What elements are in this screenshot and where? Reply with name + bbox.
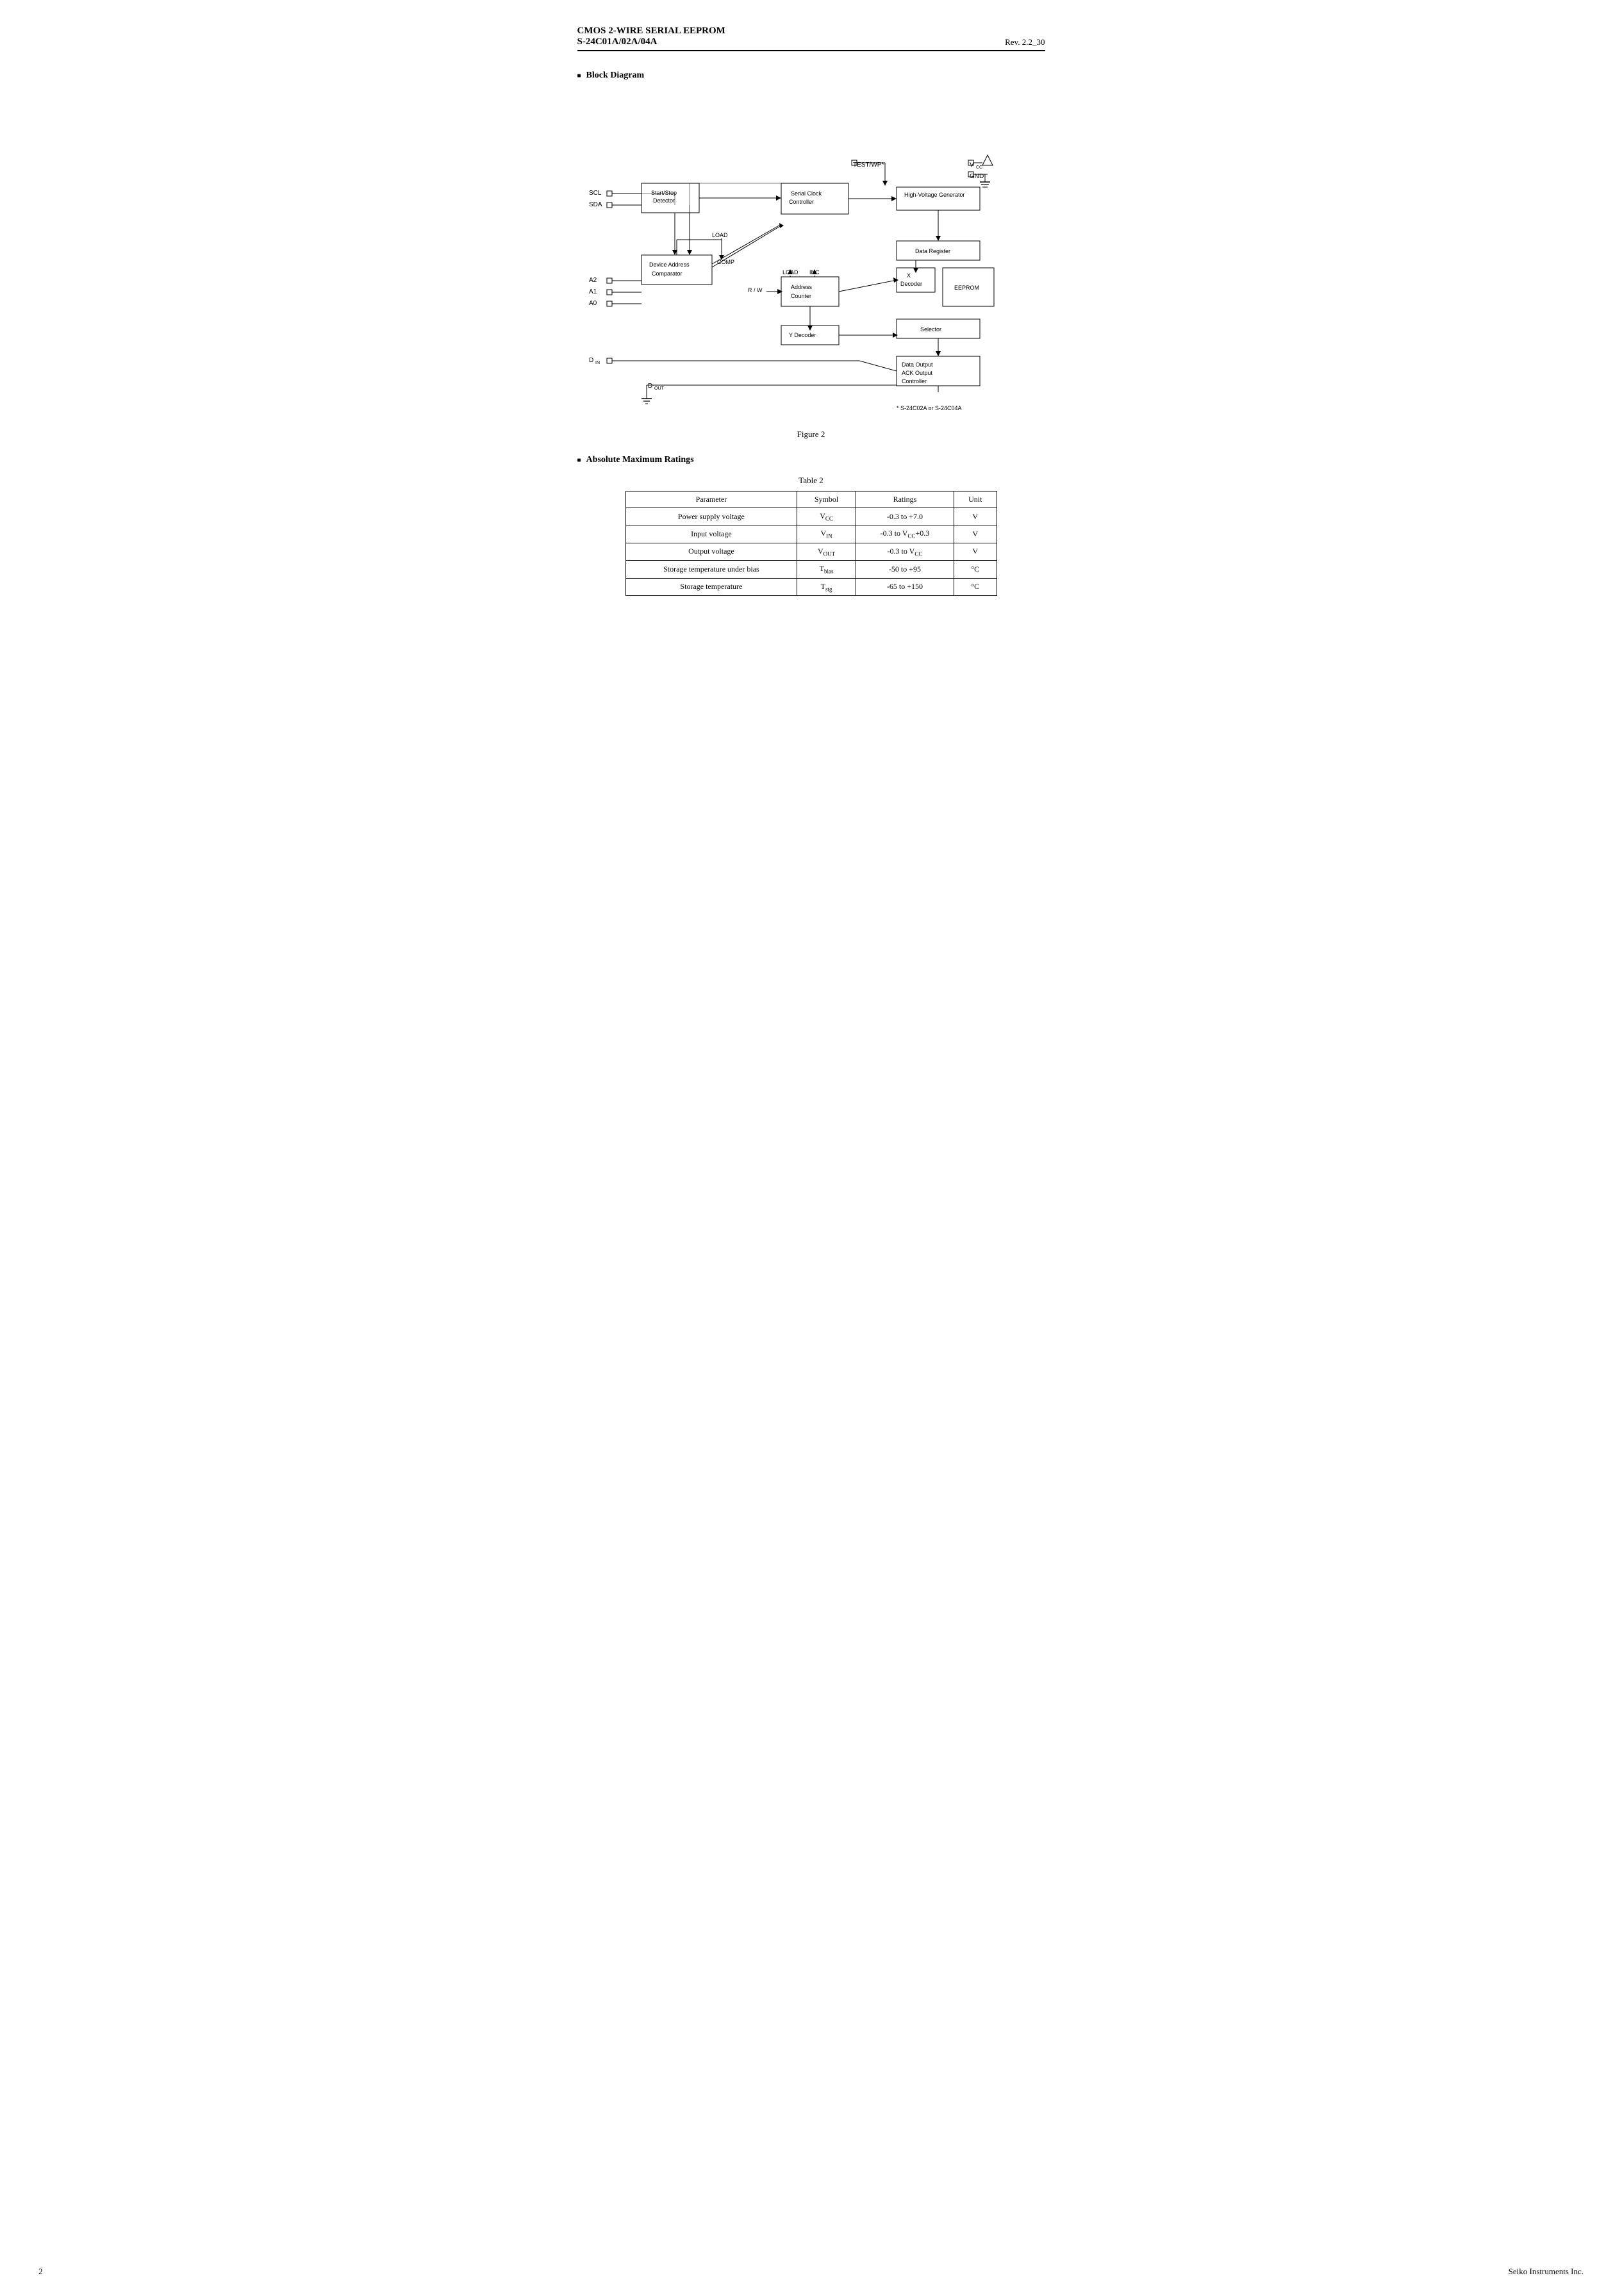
scl-label: SCL	[589, 190, 602, 197]
doa-label3: Controller	[902, 378, 927, 384]
eeprom-label: EEPROM	[954, 285, 979, 291]
doa-label2: ACK Output	[902, 370, 933, 376]
block-diagram-svg: SCL SDA A2 A1 A0 D IN D OUT	[577, 91, 1039, 424]
addr-counter-label2: Counter	[791, 293, 811, 299]
company-name: Seiko Instruments Inc.	[1509, 2267, 1584, 2277]
serial-clock-label1: Serial Clock	[791, 190, 822, 197]
table-label: Table 2	[577, 475, 1045, 486]
table-row: Input voltage VIN -0.3 to VCC+0.3 V	[625, 525, 997, 543]
xdec-label1: X	[907, 272, 911, 279]
a2-label: A2	[589, 277, 597, 284]
figure-label: Figure 2	[577, 429, 1045, 440]
page-footer: 2 Seiko Instruments Inc.	[38, 2267, 1584, 2277]
ratings-table: Parameter Symbol Ratings Unit Power supp…	[625, 491, 997, 596]
din-label: D	[589, 357, 593, 364]
doc-rev: Rev. 2.2_30	[1005, 37, 1045, 47]
a1-label: A1	[589, 288, 597, 295]
dout-label: D	[648, 383, 652, 390]
hvg-label1: High-Voltage Generator	[904, 192, 965, 198]
rw-label: R / W	[748, 287, 763, 293]
a0-label: A0	[589, 300, 597, 307]
xdec-label2: Decoder	[900, 281, 922, 287]
vcc-sub: CC	[976, 165, 982, 170]
table-row: Output voltage VOUT -0.3 to VCC V	[625, 543, 997, 560]
doc-title-line1: CMOS 2-WIRE SERIAL EEPROM	[577, 26, 725, 37]
data-register-label: Data Register	[915, 248, 950, 254]
doa-label1: Data Output	[902, 361, 933, 368]
table-row: Storage temperature under bias Tbias -50…	[625, 561, 997, 578]
sda-label: SDA	[589, 201, 602, 208]
col-parameter: Parameter	[625, 491, 797, 508]
startstop-label2: Detector	[653, 197, 675, 204]
table-row: Power supply voltage VCC -0.3 to +7.0 V	[625, 508, 997, 525]
dout-sub: OUT	[654, 386, 665, 391]
addr-counter-label1: Address	[791, 284, 813, 290]
col-unit: Unit	[954, 491, 997, 508]
page-number: 2	[38, 2267, 43, 2277]
load-label1: LOAD	[712, 232, 728, 238]
selector-label: Selector	[920, 326, 941, 333]
table-row: Storage temperature Tstg -65 to +150 °C	[625, 578, 997, 595]
block-diagram-heading: Block Diagram	[577, 70, 1045, 81]
block-diagram-section: Block Diagram SCL SDA A2 A1 A0 D IN D OU…	[577, 70, 1045, 440]
ydec-label: Y Decoder	[789, 332, 816, 338]
dac-label2: Comparator	[652, 270, 683, 277]
doc-title-line2: S-24C01A/02A/04A	[577, 37, 725, 47]
ratings-section: Absolute Maximum Ratings Table 2 Paramet…	[577, 455, 1045, 596]
page-header: CMOS 2-WIRE SERIAL EEPROM S-24C01A/02A/0…	[577, 26, 1045, 51]
dac-label1: Device Address	[649, 261, 690, 268]
col-ratings: Ratings	[856, 491, 954, 508]
serial-clock-label2: Controller	[789, 199, 814, 205]
startstop-label1: Start/Stop	[651, 190, 677, 196]
col-symbol: Symbol	[797, 491, 856, 508]
din-sub: IN	[595, 361, 600, 365]
ratings-heading: Absolute Maximum Ratings	[577, 455, 1045, 465]
diagram-note: * S-24C02A or S-24C04A	[897, 405, 962, 411]
